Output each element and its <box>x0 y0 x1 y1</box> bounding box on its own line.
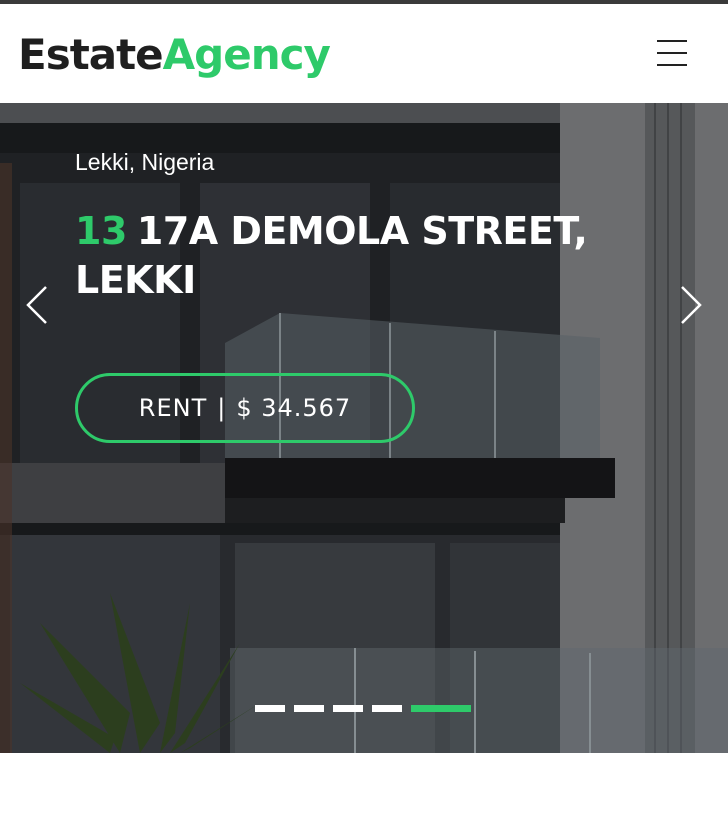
carousel-indicator[interactable] <box>255 705 285 712</box>
property-title[interactable]: 13 17A DEMOLA STREET, LEKKI <box>75 207 635 305</box>
chevron-right-icon[interactable] <box>676 283 706 327</box>
brand-logo[interactable]: EstateAgency <box>18 28 331 82</box>
hero-carousel: Lekki, Nigeria 13 17A DEMOLA STREET, LEKK… <box>0 103 728 753</box>
carousel-indicator-active[interactable] <box>411 705 471 712</box>
carousel-indicator[interactable] <box>333 705 363 712</box>
property-location: Lekki, Nigeria <box>75 149 215 175</box>
carousel-indicator[interactable] <box>294 705 324 712</box>
navbar: EstateAgency <box>0 4 728 103</box>
carousel-indicator[interactable] <box>372 705 402 712</box>
carousel-indicators <box>255 705 471 713</box>
rent-price-button[interactable]: RENT | $ 34.567 <box>75 373 415 443</box>
brand-name-part1: Estate <box>18 30 164 79</box>
property-street: 17A DEMOLA STREET, LEKKI <box>75 209 588 302</box>
chevron-left-icon[interactable] <box>22 283 52 327</box>
rent-separator: | <box>217 394 227 422</box>
brand-name-part2: Agency <box>162 30 331 79</box>
property-number: 13 <box>75 209 127 253</box>
rent-price: $ 34.567 <box>236 394 352 422</box>
rent-label: RENT <box>138 394 208 422</box>
hamburger-menu-icon[interactable] <box>650 34 694 74</box>
